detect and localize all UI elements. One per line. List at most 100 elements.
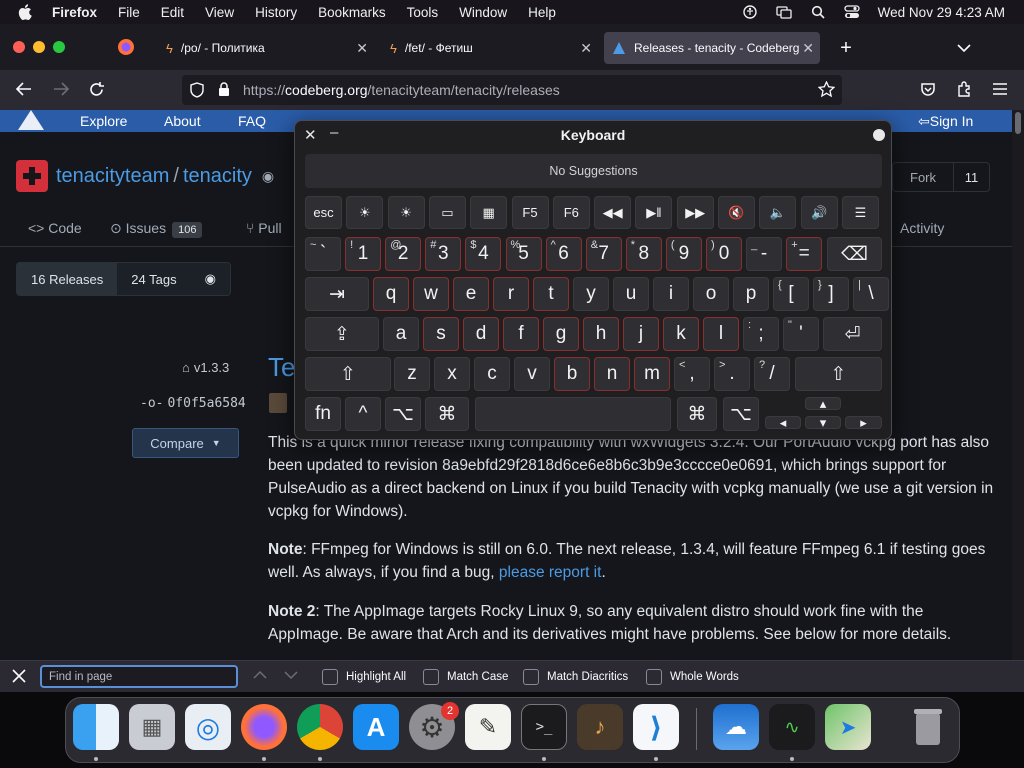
pocket-icon[interactable] xyxy=(920,81,936,102)
keyboard-options-icon[interactable] xyxy=(873,129,885,141)
page-scrollbar[interactable] xyxy=(1012,110,1024,660)
find-input[interactable] xyxy=(49,670,229,683)
key-minus[interactable]: _ - xyxy=(746,237,783,271)
key-brightness-down[interactable]: ☀ xyxy=(346,196,384,229)
trash-icon[interactable] xyxy=(905,704,951,750)
close-tab-icon[interactable]: ✕ xyxy=(356,40,368,57)
weather-icon[interactable]: ☁ xyxy=(713,704,759,750)
key-8[interactable]: * 8 xyxy=(625,237,662,271)
firefox-view-button[interactable] xyxy=(110,32,142,64)
key-right-option[interactable]: ⌥ xyxy=(723,397,759,431)
key-7[interactable]: & 7 xyxy=(585,237,622,271)
find-next-icon[interactable] xyxy=(284,671,298,683)
activity-monitor-icon[interactable]: ∿ xyxy=(769,704,815,750)
key-6[interactable]: ^ 6 xyxy=(545,237,582,271)
key-t[interactable]: t xyxy=(533,277,569,311)
key-f[interactable]: f xyxy=(503,317,539,351)
key-right-shift[interactable]: ⇧ xyxy=(795,357,882,391)
nav-about[interactable]: About xyxy=(164,113,201,129)
key-menu[interactable]: ☰ xyxy=(841,196,879,229)
key-q[interactable]: q xyxy=(373,277,409,311)
key-return[interactable]: ⏎ xyxy=(823,317,882,351)
key-quote[interactable]: " ' xyxy=(783,317,819,351)
reload-icon[interactable] xyxy=(88,81,105,103)
key-arrow-up[interactable]: ▴ xyxy=(805,396,841,411)
rss-icon[interactable]: ◉ xyxy=(262,168,274,185)
forward-icon[interactable] xyxy=(52,81,70,102)
key-v[interactable]: v xyxy=(514,357,550,391)
key-comma[interactable]: <, xyxy=(674,357,710,391)
key-w[interactable]: w xyxy=(413,277,449,311)
highlight-all-checkbox[interactable]: Highlight All xyxy=(322,669,406,685)
key-period[interactable]: >. xyxy=(714,357,750,391)
key-0[interactable]: ) 0 xyxy=(706,237,742,271)
safari-icon[interactable]: ◎ xyxy=(185,704,231,750)
key-volume-up[interactable]: 🔊 xyxy=(800,196,838,229)
menu-edit[interactable]: Edit xyxy=(161,5,184,20)
nav-explore[interactable]: Explore xyxy=(80,113,127,129)
key-c[interactable]: c xyxy=(474,357,510,391)
key-backtick[interactable]: ~ ` xyxy=(305,237,341,271)
match-diacritics-checkbox[interactable]: Match Diacritics xyxy=(523,669,628,685)
key-mute[interactable]: 🔇 xyxy=(718,196,755,229)
key-j[interactable]: j xyxy=(623,317,659,351)
menu-file[interactable]: File xyxy=(118,5,140,20)
key-r[interactable]: r xyxy=(493,277,529,311)
key-a[interactable]: a xyxy=(383,317,419,351)
close-findbar-icon[interactable] xyxy=(12,669,26,686)
key-slash[interactable]: ? / xyxy=(754,357,790,391)
key-fast-forward[interactable]: ▶▶ xyxy=(676,196,714,229)
key-launchpad[interactable]: ▦ xyxy=(470,196,508,229)
key-3[interactable]: #3 xyxy=(425,237,462,271)
scrollbar-thumb[interactable] xyxy=(1015,112,1021,134)
tags-tab[interactable]: 24 Tags xyxy=(117,263,190,295)
menu-help[interactable]: Help xyxy=(528,5,556,20)
close-tab-icon[interactable]: ✕ xyxy=(580,40,592,57)
author-avatar[interactable] xyxy=(269,393,287,413)
extensions-icon[interactable] xyxy=(956,80,973,102)
sign-in-link[interactable]: ⇦Sign In xyxy=(918,113,973,130)
release-title[interactable]: Te xyxy=(268,352,295,383)
key-volume-down[interactable]: 🔈 xyxy=(759,196,797,229)
control-center-icon[interactable] xyxy=(844,5,860,19)
vscode-icon[interactable]: ⟩ xyxy=(633,704,679,750)
release-commit[interactable]: -o- 0f0f5a6584 xyxy=(140,396,246,411)
key-arrow-left[interactable]: ◂ xyxy=(765,415,801,430)
garageband-icon[interactable]: ♪ xyxy=(577,704,623,750)
key-d[interactable]: d xyxy=(463,317,499,351)
fork-button[interactable]: Fork 11 xyxy=(892,162,990,192)
hamburger-menu-icon[interactable] xyxy=(992,82,1008,101)
new-tab-button[interactable]: + xyxy=(834,32,858,64)
list-all-tabs-button[interactable] xyxy=(952,32,976,64)
key-control[interactable]: ^ xyxy=(345,397,381,431)
maps-icon[interactable]: ➤ xyxy=(825,704,871,750)
key-s[interactable]: s xyxy=(423,317,459,351)
key-backslash[interactable]: | \ xyxy=(853,277,889,311)
key-esc[interactable]: esc xyxy=(305,196,342,229)
report-bug-link[interactable]: please report it xyxy=(499,564,602,581)
key-arrow-down[interactable]: ▾ xyxy=(805,415,841,430)
tab-pull-requests[interactable]: ⑂ Pull xyxy=(246,220,282,236)
firefox-icon[interactable] xyxy=(241,704,287,750)
key-g[interactable]: g xyxy=(543,317,579,351)
finder-icon[interactable] xyxy=(73,704,119,750)
close-tab-icon[interactable]: ✕ xyxy=(802,40,814,57)
key-right-command[interactable]: ⌘ xyxy=(677,397,717,431)
tab-fetish[interactable]: ϟ /fet/ - Фетиш ✕ xyxy=(384,32,598,64)
key-5[interactable]: % 5 xyxy=(505,237,542,271)
key-u[interactable]: u xyxy=(613,277,649,311)
key-h[interactable]: h xyxy=(583,317,619,351)
releases-rss-icon[interactable]: ◉ xyxy=(191,263,230,295)
key-e[interactable]: e xyxy=(453,277,489,311)
whole-words-checkbox[interactable]: Whole Words xyxy=(646,669,739,685)
close-window-button[interactable] xyxy=(13,41,25,53)
tab-issues[interactable]: ⊙ Issues 106 xyxy=(110,220,203,238)
key-f6[interactable]: F6 xyxy=(552,196,590,229)
key-left-option[interactable]: ⌥ xyxy=(385,397,421,431)
key-f5[interactable]: F5 xyxy=(511,196,549,229)
key-i[interactable]: i xyxy=(653,277,689,311)
key-mission-control[interactable]: ▭ xyxy=(428,196,466,229)
url-text[interactable]: https://codeberg.org/tenacityteam/tenaci… xyxy=(243,82,560,98)
find-previous-icon[interactable] xyxy=(253,670,267,682)
key-brightness-up[interactable]: ☀ xyxy=(387,196,425,229)
